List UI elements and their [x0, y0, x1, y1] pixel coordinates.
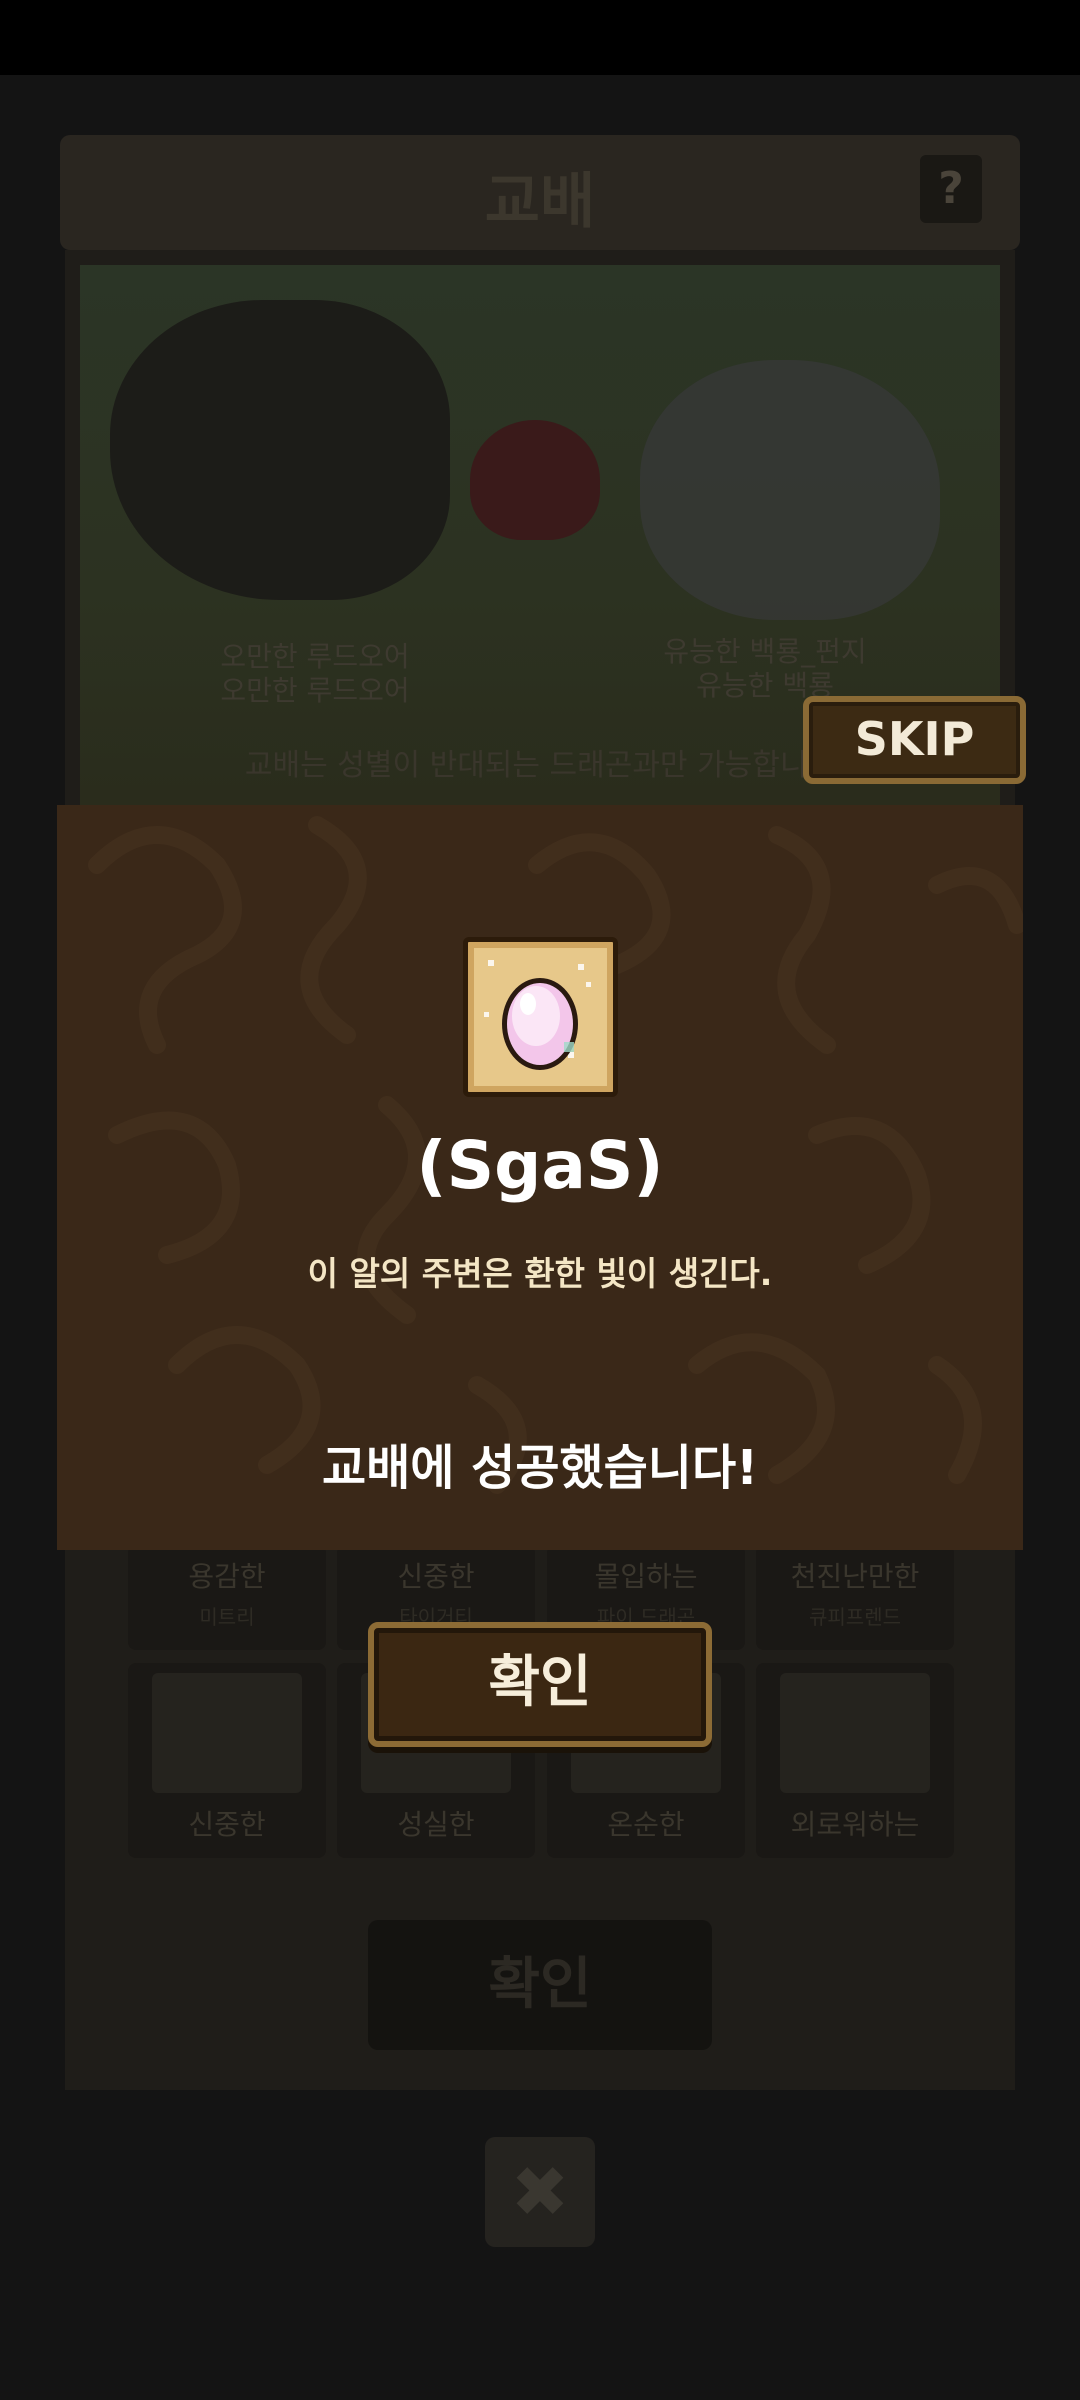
dragon-card-image — [152, 1673, 302, 1793]
dragon-card-image — [780, 1673, 930, 1793]
heart-icon — [470, 420, 600, 540]
right-dragon-name-line1: 유능한 백룡_펀지 — [663, 635, 867, 668]
close-icon: ✖ — [485, 2137, 595, 2247]
left-dragon-image — [110, 300, 450, 600]
left-dragon-name-line2: 오만한 루드오어 — [220, 674, 410, 707]
skip-button[interactable]: SKIP — [803, 696, 1026, 784]
confirm-button[interactable]: 확인 — [368, 1622, 712, 1747]
help-button[interactable]: ? — [920, 155, 982, 223]
dragon-card-trait: 신중한 — [188, 1808, 266, 1841]
dragon-card-trait: 성실한 — [397, 1808, 475, 1841]
dragon-card-trait: 외로워하는 — [790, 1808, 920, 1841]
right-dragon-image — [640, 360, 940, 620]
left-dragon-name: 오만한 루드오어 오만한 루드오어 — [185, 640, 445, 708]
dragon-card: 외로워하는 — [756, 1663, 954, 1858]
egg-icon — [484, 960, 591, 1070]
dragon-card: 천진난만한 큐피프렌드 — [756, 1545, 954, 1650]
header-panel: 교배 ? — [60, 135, 1020, 250]
dragon-card-name: 미트리 — [199, 1605, 255, 1629]
status-bar — [0, 0, 1080, 75]
egg-icon-frame — [463, 937, 618, 1097]
left-dragon-name-line1: 오만한 루드오어 — [220, 640, 410, 673]
success-message: 교배에 성공했습니다! — [321, 1440, 759, 1496]
dragon-card-name: 큐피프렌드 — [809, 1605, 901, 1629]
egg-description: 이 알의 주변은 환한 빛이 생긴다. — [307, 1254, 773, 1293]
dragon-card-trait: 온순한 — [607, 1808, 685, 1841]
dragon-card-trait: 용감한 — [188, 1560, 266, 1593]
background-confirm-button: 확인 — [368, 1920, 712, 2050]
egg-name: (SgaS) — [416, 1127, 664, 1204]
dragon-card-trait: 신중한 — [397, 1560, 475, 1593]
dragon-card: 신중한 — [128, 1663, 326, 1858]
dragon-card-trait: 몰입하는 — [594, 1560, 698, 1593]
dragon-card-trait: 천진난만한 — [790, 1560, 920, 1593]
page-title: 교배 — [484, 167, 596, 237]
dragon-card: 용감한 미트리 — [128, 1545, 326, 1650]
right-dragon-name: 유능한 백룡_펀지 유능한 백룡 — [635, 635, 895, 703]
